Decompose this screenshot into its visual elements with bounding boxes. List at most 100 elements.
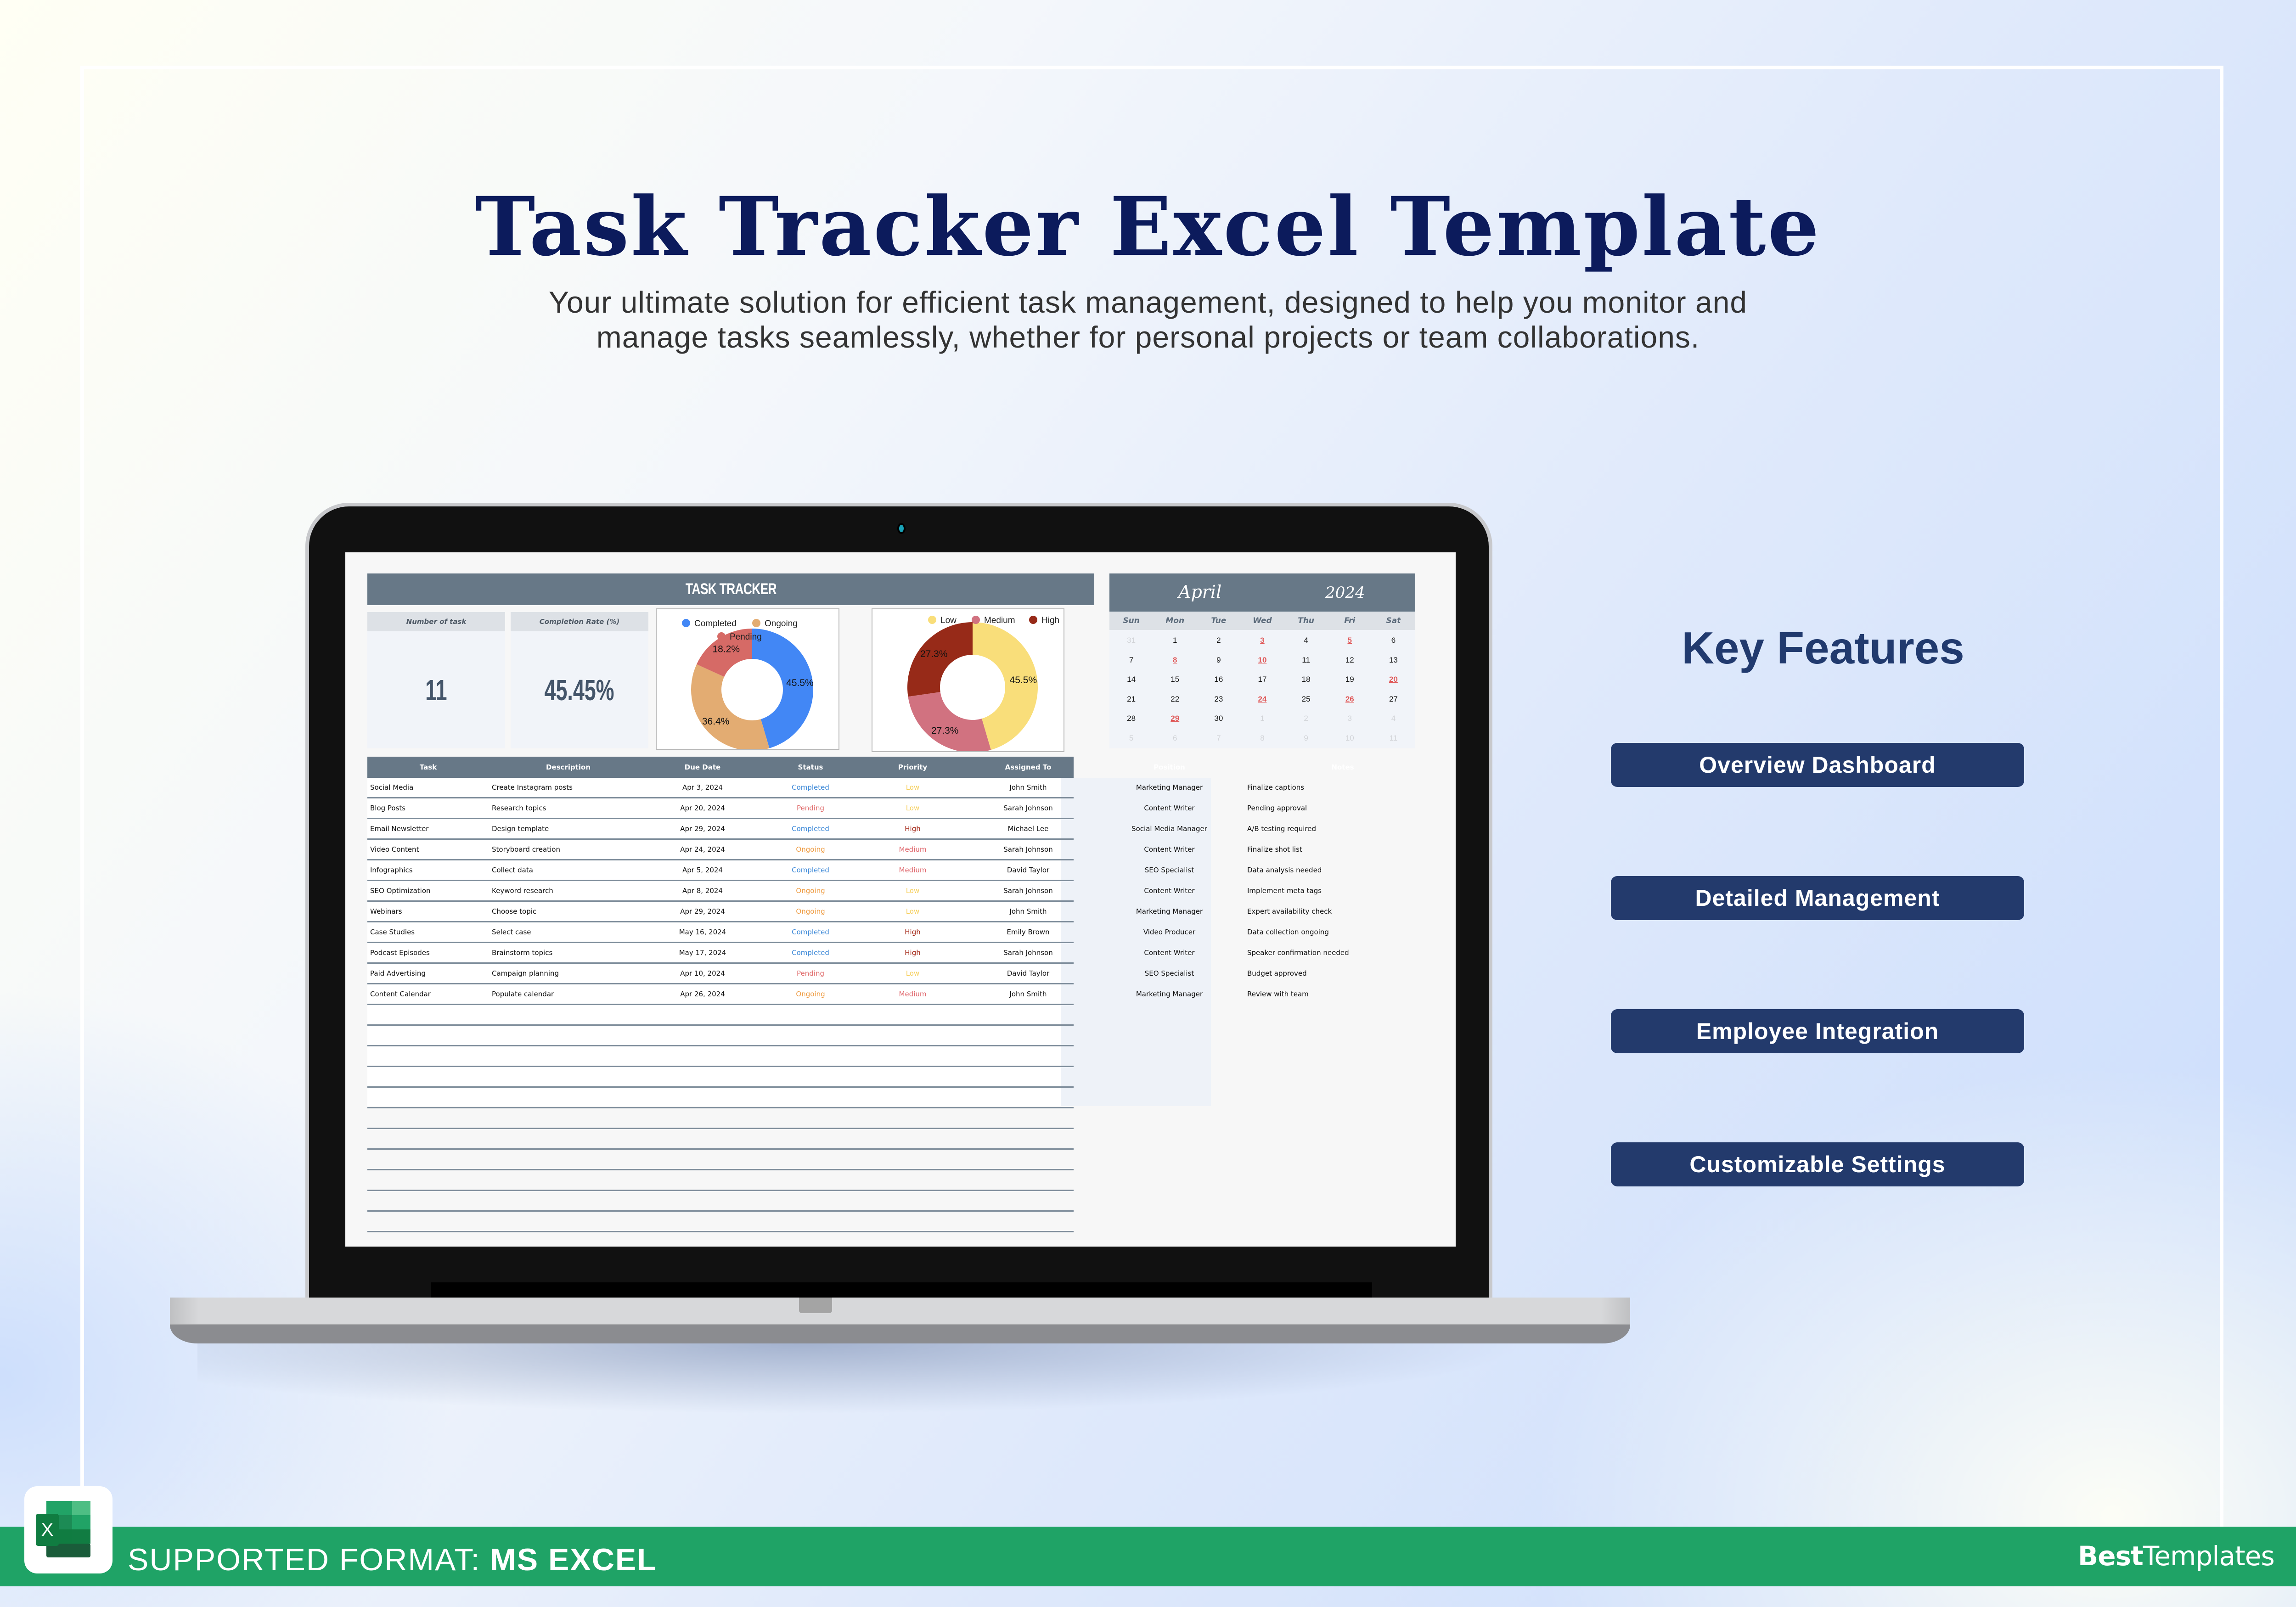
column-header[interactable]: Status [758,763,863,771]
cell-position[interactable]: Marketing Manager [1094,783,1244,792]
brand-logo[interactable]: BestTemplates [2078,1540,2275,1572]
calendar-day[interactable]: 13 [1372,656,1415,665]
cell-notes[interactable]: Speaker confirmation needed [1244,949,1441,957]
cell-priority[interactable]: High [863,825,962,833]
cell-notes[interactable]: Finalize shot list [1244,845,1441,854]
cell-status[interactable]: Pending [758,804,863,812]
calendar-day[interactable]: 21 [1109,695,1153,704]
cell-position[interactable]: Content Writer [1094,949,1244,957]
calendar-day[interactable]: 27 [1372,695,1415,704]
cell-task[interactable]: Podcast Episodes [367,949,489,957]
calendar-day[interactable]: 29 [1153,714,1197,723]
calendar-day[interactable]: 12 [1328,656,1372,665]
slice-high[interactable] [907,622,973,697]
cell-priority[interactable]: Low [863,887,962,895]
calendar-day[interactable]: 11 [1372,734,1415,743]
cell-position[interactable]: Video Producer [1094,928,1244,936]
cell-priority[interactable]: High [863,949,962,957]
cell-status[interactable]: Ongoing [758,887,863,895]
cell-notes[interactable]: Expert availability check [1244,907,1441,916]
table-row[interactable]: Blog Posts Research topics Apr 20, 2024 Pen… [367,798,1307,819]
cell-position[interactable]: Content Writer [1094,804,1244,812]
cell-description[interactable]: Populate calendar [489,990,647,998]
calendar-day[interactable]: 18 [1284,675,1328,684]
cell-status[interactable]: Completed [758,825,863,833]
table-row[interactable]: Video Content Storyboard creation Apr 24, … [367,840,1302,860]
table-row[interactable]: Social Media Create Instagram posts Apr 3,… [367,778,1304,798]
cell-description[interactable]: Collect data [489,866,647,874]
cell-status[interactable]: Ongoing [758,990,863,998]
cell-description[interactable]: Create Instagram posts [489,783,647,792]
cell-status[interactable]: Ongoing [758,907,863,916]
cell-due-date[interactable]: Apr 8, 2024 [647,887,758,895]
column-header[interactable]: Priority [863,763,962,771]
table-row-empty[interactable] [367,1108,1074,1129]
column-header[interactable]: Position [1094,763,1244,771]
calendar-day[interactable]: 19 [1328,675,1372,684]
table-row-empty[interactable] [367,1129,1074,1150]
cell-description[interactable]: Research topics [489,804,647,812]
cell-task[interactable]: Video Content [367,845,489,854]
calendar-day[interactable]: 6 [1372,636,1415,645]
cell-priority[interactable]: Low [863,783,962,792]
calendar-day[interactable]: 15 [1153,675,1197,684]
cell-description[interactable]: Design template [489,825,647,833]
cell-due-date[interactable]: Apr 29, 2024 [647,825,758,833]
cell-due-date[interactable]: May 17, 2024 [647,949,758,957]
table-row[interactable]: Webinars Choose topic Apr 29, 2024 Ongoing L… [367,902,1332,922]
table-row-empty[interactable] [367,1212,1074,1232]
feature-overview-dashboard[interactable]: Overview Dashboard [1611,743,2024,787]
cell-assigned-to[interactable]: Sarah Johnson [962,949,1094,957]
calendar-day[interactable]: 4 [1284,636,1328,645]
cell-position[interactable]: Marketing Manager [1094,990,1244,998]
cell-assigned-to[interactable]: Sarah Johnson [962,804,1094,812]
calendar-day[interactable]: 7 [1109,656,1153,665]
cell-status[interactable]: Completed [758,928,863,936]
cell-notes[interactable]: Review with team [1244,990,1441,998]
calendar-day[interactable]: 3 [1328,714,1372,723]
cell-priority[interactable]: Medium [863,866,962,874]
cell-priority[interactable]: High [863,928,962,936]
cell-position[interactable]: Content Writer [1094,845,1244,854]
column-header[interactable]: Description [489,763,647,771]
calendar-day[interactable]: 20 [1372,675,1415,684]
cell-status[interactable]: Completed [758,866,863,874]
calendar-month[interactable]: April [1178,582,1221,602]
cell-status[interactable]: Pending [758,969,863,978]
column-header[interactable]: Assigned To [962,763,1094,771]
calendar-day[interactable]: 6 [1153,734,1197,743]
calendar-day[interactable]: 24 [1240,695,1284,704]
calendar-day[interactable]: 8 [1240,734,1284,743]
cell-due-date[interactable]: Apr 20, 2024 [647,804,758,812]
cell-status[interactable]: Completed [758,783,863,792]
cell-due-date[interactable]: Apr 26, 2024 [647,990,758,998]
cell-description[interactable]: Storyboard creation [489,845,647,854]
table-row[interactable]: Case Studies Select case May 16, 2024 Compl… [367,922,1329,943]
cell-notes[interactable]: A/B testing required [1244,825,1441,833]
cell-position[interactable]: Social Media Manager [1094,825,1244,833]
calendar-day[interactable]: 25 [1284,695,1328,704]
cell-assigned-to[interactable]: John Smith [962,990,1094,998]
cell-task[interactable]: Case Studies [367,928,489,936]
cell-description[interactable]: Choose topic [489,907,647,916]
table-row-empty[interactable] [367,1046,1074,1067]
cell-notes[interactable]: Implement meta tags [1244,887,1441,895]
cell-position[interactable]: SEO Specialist [1094,969,1244,978]
calendar-day[interactable]: 28 [1109,714,1153,723]
cell-priority[interactable]: Low [863,804,962,812]
calendar-year[interactable]: 2024 [1325,584,1365,602]
cell-assigned-to[interactable]: Emily Brown [962,928,1094,936]
calendar-day[interactable]: 9 [1197,656,1240,665]
calendar-day[interactable]: 30 [1197,714,1240,723]
calendar-day[interactable]: 9 [1284,734,1328,743]
cell-priority[interactable]: Low [863,907,962,916]
table-row-empty[interactable] [367,1170,1074,1191]
priority-donut-chart[interactable]: 45.5% 27.3% 27.3% Low Medium High [872,608,1064,752]
calendar-day[interactable]: 7 [1197,734,1240,743]
feature-employee-integration[interactable]: Employee Integration [1611,1009,2024,1053]
table-row-empty[interactable] [367,1067,1074,1088]
calendar-day[interactable]: 14 [1109,675,1153,684]
table-row-empty[interactable] [367,1026,1074,1046]
cell-due-date[interactable]: Apr 24, 2024 [647,845,758,854]
cell-notes[interactable]: Data collection ongoing [1244,928,1441,936]
